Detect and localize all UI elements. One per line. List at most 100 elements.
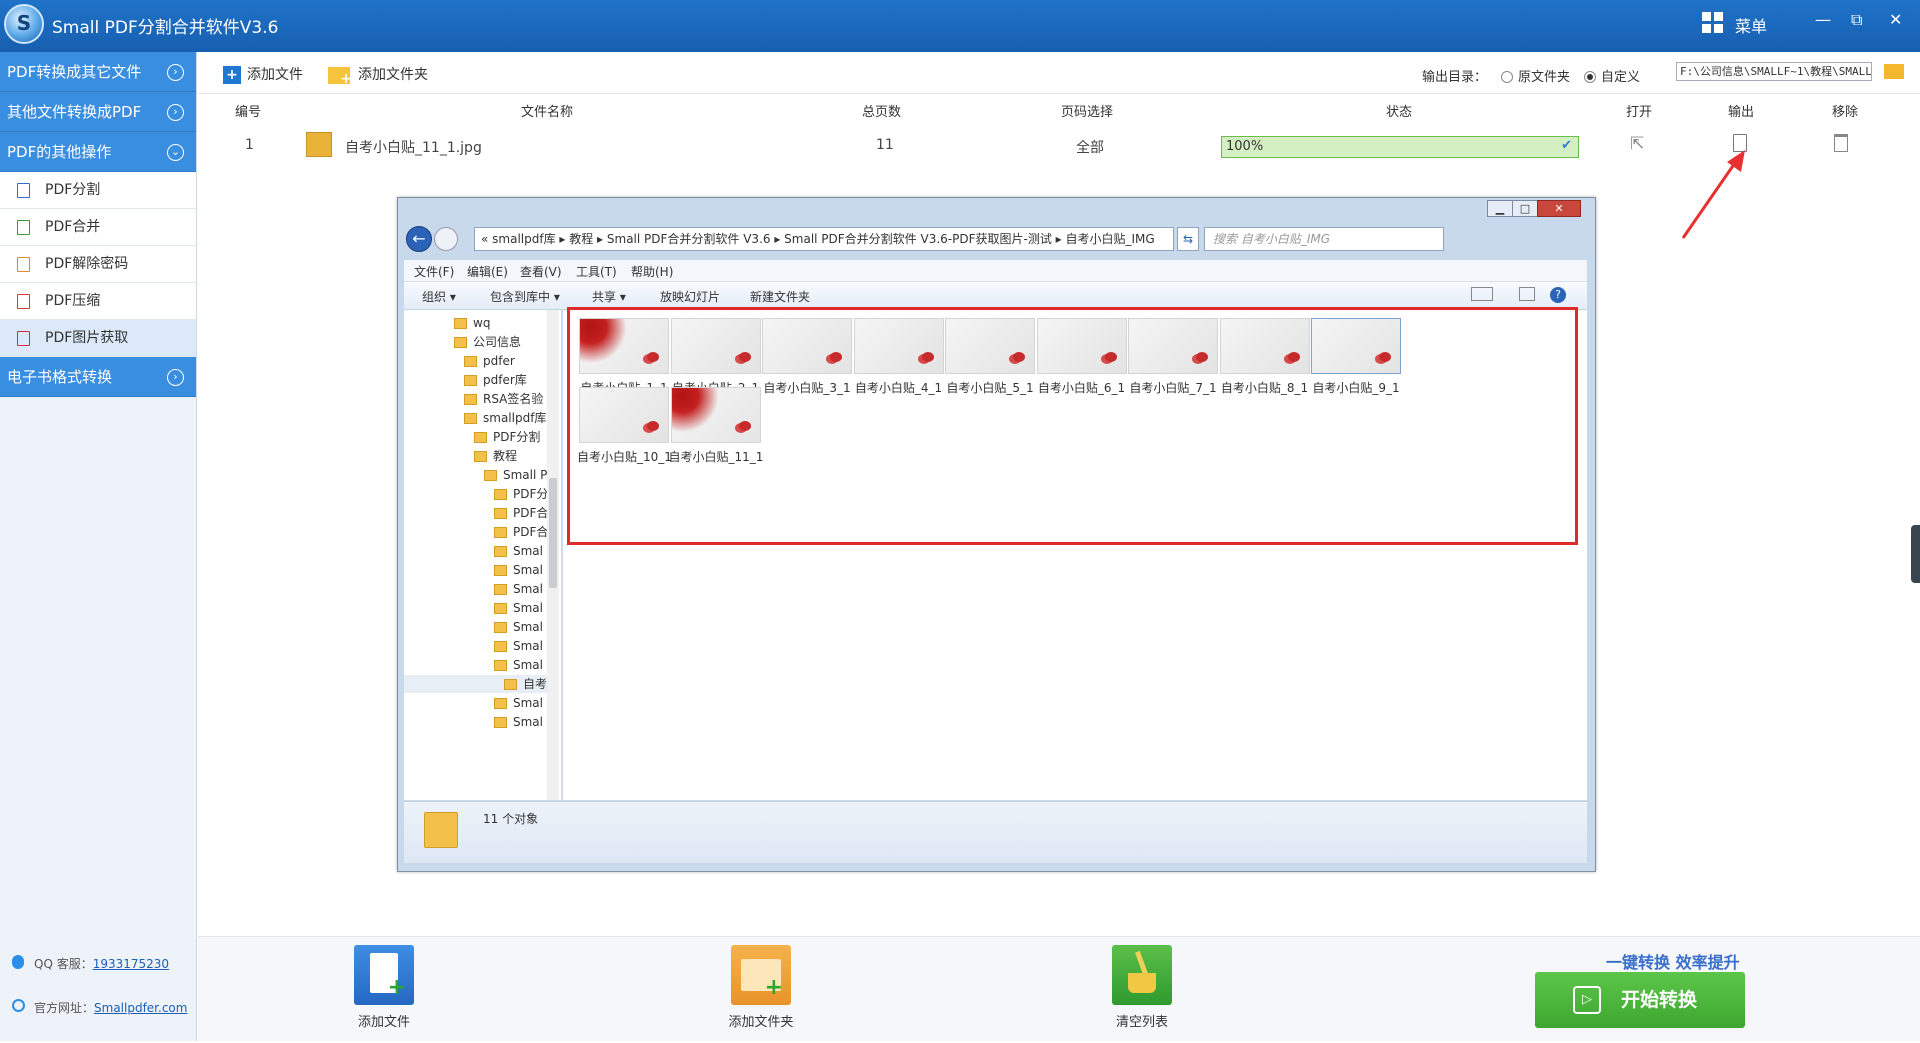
chevron-right-icon: › <box>167 369 184 386</box>
file-tile[interactable]: 自考小白贴_8_1 <box>1218 318 1312 396</box>
menu-tools[interactable]: 工具(T) <box>576 263 617 280</box>
tree-item[interactable]: pdfer库 <box>464 371 527 389</box>
table-row[interactable]: 1 自考小白贴_11_1.jpg 11 全部 100% ✔ ⇱ <box>198 124 1920 168</box>
site-link[interactable]: Smallpdfer.com <box>94 1001 187 1015</box>
tree-item[interactable]: Smal <box>494 637 543 655</box>
sidebar-item-pdf-compress[interactable]: PDF压缩 <box>0 283 196 320</box>
close-button[interactable]: ✕ <box>1889 10 1902 29</box>
file-tile[interactable]: 自考小白贴_9_1 <box>1309 318 1403 396</box>
file-tile[interactable]: 自考小白贴_2_1 <box>669 318 763 396</box>
file-tile[interactable]: 自考小白贴_3_1 <box>760 318 854 396</box>
file-name: 自考小白贴_7_1 <box>1129 381 1217 395</box>
tree-item[interactable]: PDF合 <box>494 523 548 541</box>
col-name: 文件名称 <box>521 105 574 120</box>
dialog-maximize-button[interactable]: □ <box>1512 200 1538 217</box>
row-range[interactable]: 全部 <box>1076 137 1104 157</box>
menu-help[interactable]: 帮助(H) <box>631 263 673 280</box>
tree-item[interactable]: 公司信息 <box>454 333 521 351</box>
scrollbar-thumb[interactable] <box>549 478 557 588</box>
add-folder-icon: + <box>731 945 791 1005</box>
ie-icon <box>12 999 25 1012</box>
tree-item[interactable]: Smal <box>494 542 543 560</box>
tree-item[interactable]: Smal <box>494 656 543 674</box>
file-tile[interactable]: 自考小白贴_1_1 <box>577 318 671 396</box>
menu-button[interactable]: 菜单 <box>1735 13 1767 37</box>
tree-item[interactable]: 教程 <box>474 447 517 465</box>
view-options-icon[interactable] <box>1471 287 1493 301</box>
bottom-add-file-button[interactable]: + 添加文件 <box>344 945 424 1030</box>
menu-grid-icon[interactable] <box>1702 12 1724 34</box>
tree-item[interactable]: PDF分割 <box>474 428 540 446</box>
add-folder-button[interactable]: + 添加文件夹 <box>328 64 428 86</box>
tree-item[interactable]: PDF分 <box>494 485 548 503</box>
add-file-button[interactable]: + 添加文件 <box>223 64 303 84</box>
tree-item[interactable]: Smal <box>494 713 543 731</box>
tree-item[interactable]: smallpdf库 <box>464 409 546 427</box>
qq-link[interactable]: 1933175230 <box>93 957 169 971</box>
file-tile[interactable]: 自考小白贴_10_1 <box>577 387 672 465</box>
tree-item-selected[interactable]: 自考 <box>404 675 548 693</box>
sidebar-item-pdf-split[interactable]: PDF分割 <box>0 172 196 209</box>
category-ebook-convert[interactable]: 电子书格式转换 › <box>0 357 196 397</box>
file-tile[interactable]: 自考小白贴_7_1 <box>1126 318 1220 396</box>
dialog-close-button[interactable]: ✕ <box>1537 200 1581 217</box>
sidebar-item-pdf-image-extract[interactable]: PDF图片获取 <box>0 320 196 357</box>
output-path-field[interactable]: F:\公司信息\SMALLF~1\教程\SMALLP <box>1676 62 1872 81</box>
chevron-down-icon: ⌄ <box>167 144 184 161</box>
file-tile[interactable]: 自考小白贴_11_1 <box>669 387 763 465</box>
tree-item[interactable]: Small P <box>484 466 547 484</box>
dialog-minimize-button[interactable]: ▁ <box>1487 200 1513 217</box>
tree-item[interactable]: Smal <box>494 694 543 712</box>
bottom-add-folder-button[interactable]: + 添加文件夹 <box>721 945 801 1030</box>
file-name: 自考小白贴_10_1 <box>577 450 672 464</box>
side-handle[interactable] <box>1911 525 1920 583</box>
help-icon[interactable]: ? <box>1550 287 1566 303</box>
file-tile[interactable]: 自考小白贴_5_1 <box>943 318 1037 396</box>
cmd-include-library[interactable]: 包含到库中 ▾ <box>490 288 560 305</box>
minimize-button[interactable]: — <box>1815 10 1831 29</box>
tree-item[interactable]: RSA签名验 <box>464 390 543 408</box>
tree-item[interactable]: Smal <box>494 599 543 617</box>
radio-original[interactable] <box>1501 70 1514 83</box>
file-tile[interactable]: 自考小白贴_6_1 <box>1035 318 1129 396</box>
tree-item[interactable]: Smal <box>494 561 543 579</box>
cmd-slideshow[interactable]: 放映幻灯片 <box>660 288 720 305</box>
sidebar-item-pdf-merge[interactable]: PDF合并 <box>0 209 196 246</box>
file-tile[interactable]: 自考小白贴_4_1 <box>852 318 946 396</box>
tree-item[interactable]: wq <box>454 314 490 332</box>
tree-item[interactable]: Smal <box>494 580 543 598</box>
menu-file[interactable]: 文件(F) <box>414 263 454 280</box>
category-pdf-to-other[interactable]: PDF转换成其它文件 › <box>0 52 196 92</box>
tree-item[interactable]: PDF合 <box>494 504 548 522</box>
tree-item[interactable]: Smal <box>494 618 543 636</box>
start-convert-button[interactable]: ▷ 开始转换 <box>1535 972 1745 1028</box>
category-pdf-other-ops[interactable]: PDF的其他操作 ⌄ <box>0 132 196 172</box>
radio-custom[interactable] <box>1584 70 1597 83</box>
cmd-organize[interactable]: 组织 ▾ <box>422 288 456 305</box>
image-thumbnail <box>1219 318 1310 374</box>
bottom-clear-list-button[interactable]: 清空列表 <box>1102 945 1182 1030</box>
command-bar: 组织 ▾ 包含到库中 ▾ 共享 ▾ 放映幻灯片 新建文件夹 ? <box>404 282 1587 310</box>
chevron-right-icon: › <box>167 104 184 121</box>
image-thumbnail <box>1128 318 1218 374</box>
pdf-image-icon <box>17 331 30 346</box>
preview-pane-icon[interactable] <box>1519 287 1535 301</box>
trash-icon[interactable] <box>1834 134 1848 152</box>
refresh-icon[interactable]: ⇆ <box>1177 227 1199 251</box>
category-other-to-pdf[interactable]: 其他文件转换成PDF › <box>0 92 196 132</box>
menu-edit[interactable]: 编辑(E) <box>467 263 508 280</box>
cmd-new-folder[interactable]: 新建文件夹 <box>750 288 810 305</box>
tree-item[interactable]: pdfer <box>464 352 515 370</box>
browse-folder-icon[interactable] <box>1884 64 1904 79</box>
search-input[interactable]: 搜索 自考小白贴_IMG <box>1204 227 1444 251</box>
maximize-button[interactable]: ⧉ <box>1851 10 1862 30</box>
menu-view[interactable]: 查看(V) <box>520 263 562 280</box>
cmd-share[interactable]: 共享 ▾ <box>592 288 626 305</box>
back-arrow-icon[interactable]: ← <box>406 226 432 252</box>
address-field[interactable]: « smallpdf库 ▸ 教程 ▸ Small PDF合并分割软件 V3.6 … <box>474 227 1174 251</box>
forward-arrow-icon[interactable] <box>434 227 458 251</box>
tree-scrollbar[interactable] <box>547 310 559 800</box>
open-external-icon[interactable]: ⇱ <box>1630 134 1644 154</box>
sidebar-item-pdf-decrypt[interactable]: PDF解除密码 <box>0 246 196 283</box>
file-name: 自考小白贴_3_1 <box>763 381 851 395</box>
